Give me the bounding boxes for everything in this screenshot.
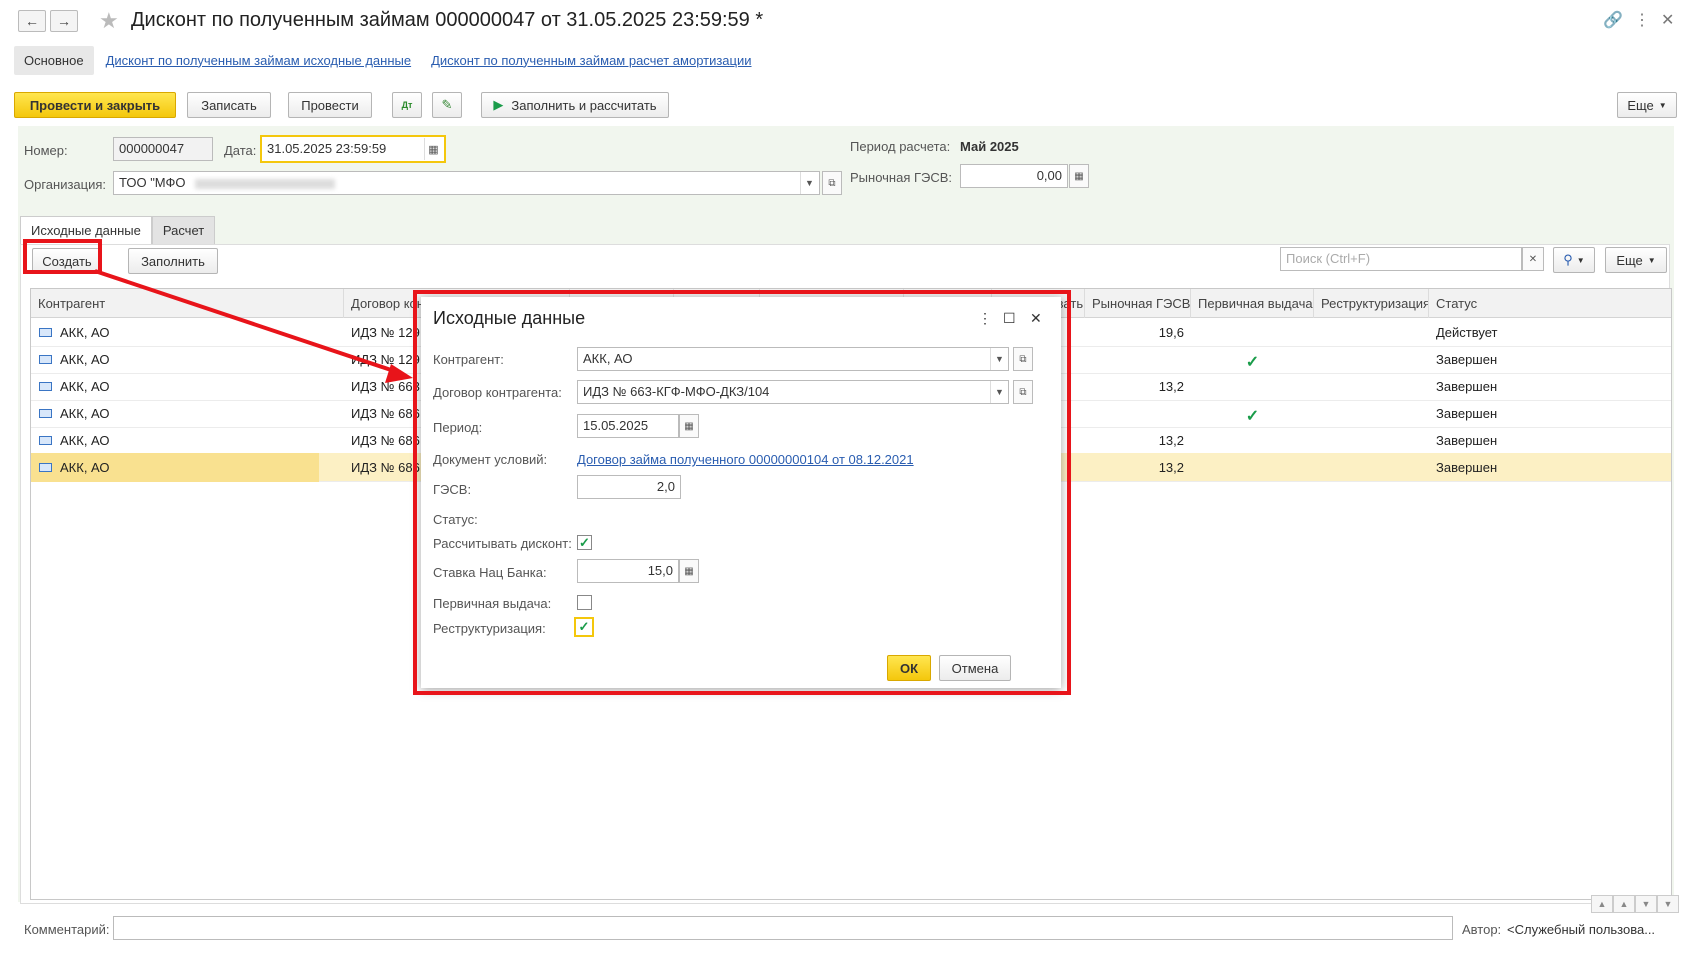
- annotation-arrow: [94, 269, 413, 383]
- arrow-head: [385, 364, 413, 383]
- arrow-line: [94, 269, 401, 375]
